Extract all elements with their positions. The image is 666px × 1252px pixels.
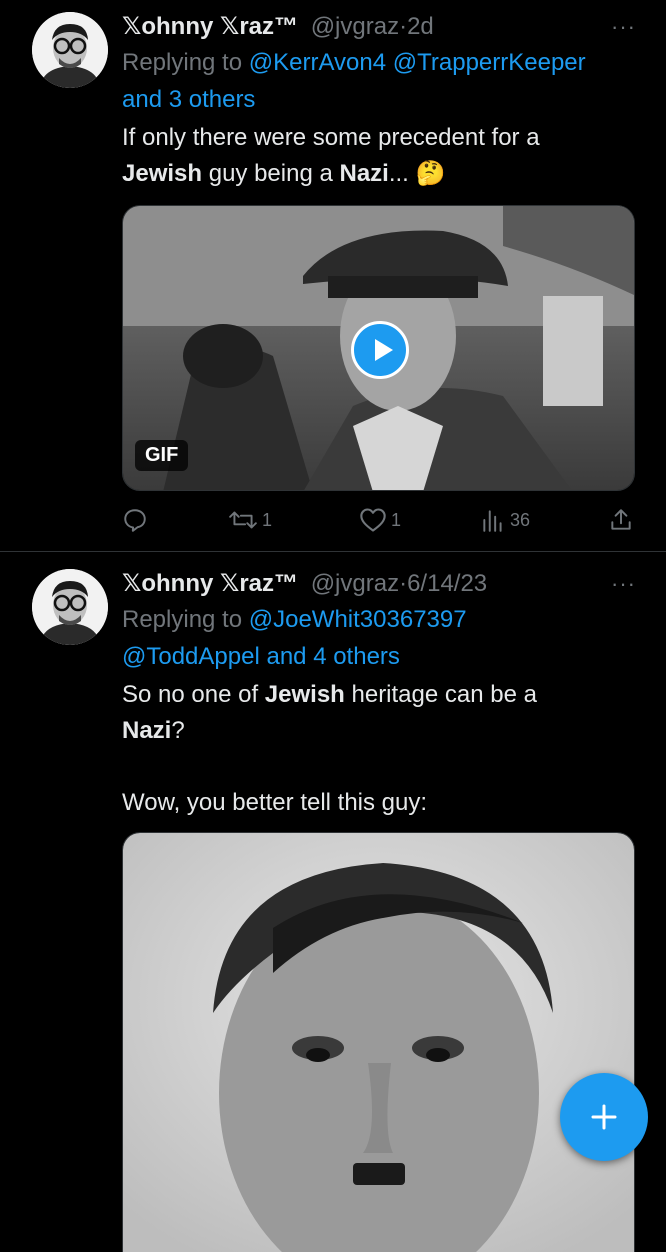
author-handle[interactable]: @jvgraz [311,570,399,597]
others-link[interactable]: 4 others [313,643,400,670]
text-bold: Jewish [122,160,203,187]
mention-link[interactable]: @TrapperrKeeper [393,49,586,76]
more-options-icon[interactable]: ··· [611,567,636,601]
text-bold: Jewish [264,681,345,708]
retweet-icon [228,507,258,533]
reply-icon [122,507,148,533]
tweet[interactable]: 𝕏ohnny 𝕏raz™ @jvgraz·2d ··· Replying to … [0,0,666,552]
photo-media[interactable] [122,832,635,1252]
others-link[interactable]: and 3 others [122,86,255,113]
share-button[interactable] [608,502,634,538]
text-segment: Wow, you better tell this guy: [122,789,428,816]
mention-link[interactable]: @KerrAvon4 [249,49,386,76]
text-segment: guy being a [202,160,340,187]
reply-connector: and [259,643,314,670]
timestamp[interactable]: 2d [407,13,434,40]
gif-badge: GIF [135,440,189,471]
views-count: 36 [510,509,531,530]
author-name[interactable]: 𝕏ohnny 𝕏raz™ [122,13,298,40]
text-segment: ? [171,717,185,744]
text-segment: So no one of [122,681,265,708]
replying-prefix: Replying to [122,49,243,76]
replying-to: Replying to @JoeWhit30367397 @ToddAppel … [122,601,636,675]
share-icon [608,507,634,533]
heart-icon [359,507,387,533]
like-button[interactable]: 1 [359,502,401,538]
play-button[interactable] [351,321,409,379]
tweet-actions: 1 1 36 [122,502,637,538]
more-options-icon[interactable]: ··· [611,10,636,44]
tweet-text: If only there were some precedent for a … [122,120,636,192]
mention-link[interactable]: @ToddAppel [122,643,260,670]
reply-button[interactable] [122,502,152,538]
replying-prefix: Replying to [122,606,243,633]
retweet-count: 1 [262,509,273,530]
tweet-header: 𝕏ohnny 𝕏raz™ @jvgraz·2d ··· [122,10,636,44]
author-name[interactable]: 𝕏ohnny 𝕏raz™ [122,570,298,597]
like-count: 1 [391,509,402,530]
views-button[interactable]: 36 [480,502,530,538]
author-handle[interactable]: @jvgraz [311,13,399,40]
mention-link[interactable]: @JoeWhit30367397 [249,606,467,633]
text-segment: heritage can be a [344,681,537,708]
retweet-button[interactable]: 1 [228,502,272,538]
compose-button[interactable] [560,1073,648,1161]
text-segment: If only there were some precedent for a [122,124,540,151]
replying-to: Replying to @KerrAvon4 @TrapperrKeeper a… [122,44,636,118]
views-icon [480,507,506,533]
separator-dot: · [399,570,408,597]
tweet-header: 𝕏ohnny 𝕏raz™ @jvgraz·6/14/23 ··· [122,567,636,601]
separator-dot: · [399,13,408,40]
text-segment: ... 🤔 [388,160,446,187]
gif-media[interactable]: GIF [122,205,635,491]
tweet-text: So no one of Jewish heritage can be a Na… [122,677,636,821]
timestamp[interactable]: 6/14/23 [407,570,487,597]
avatar[interactable] [32,569,108,645]
avatar[interactable] [32,12,108,88]
text-bold: Nazi [122,717,172,744]
text-bold: Nazi [339,160,389,187]
